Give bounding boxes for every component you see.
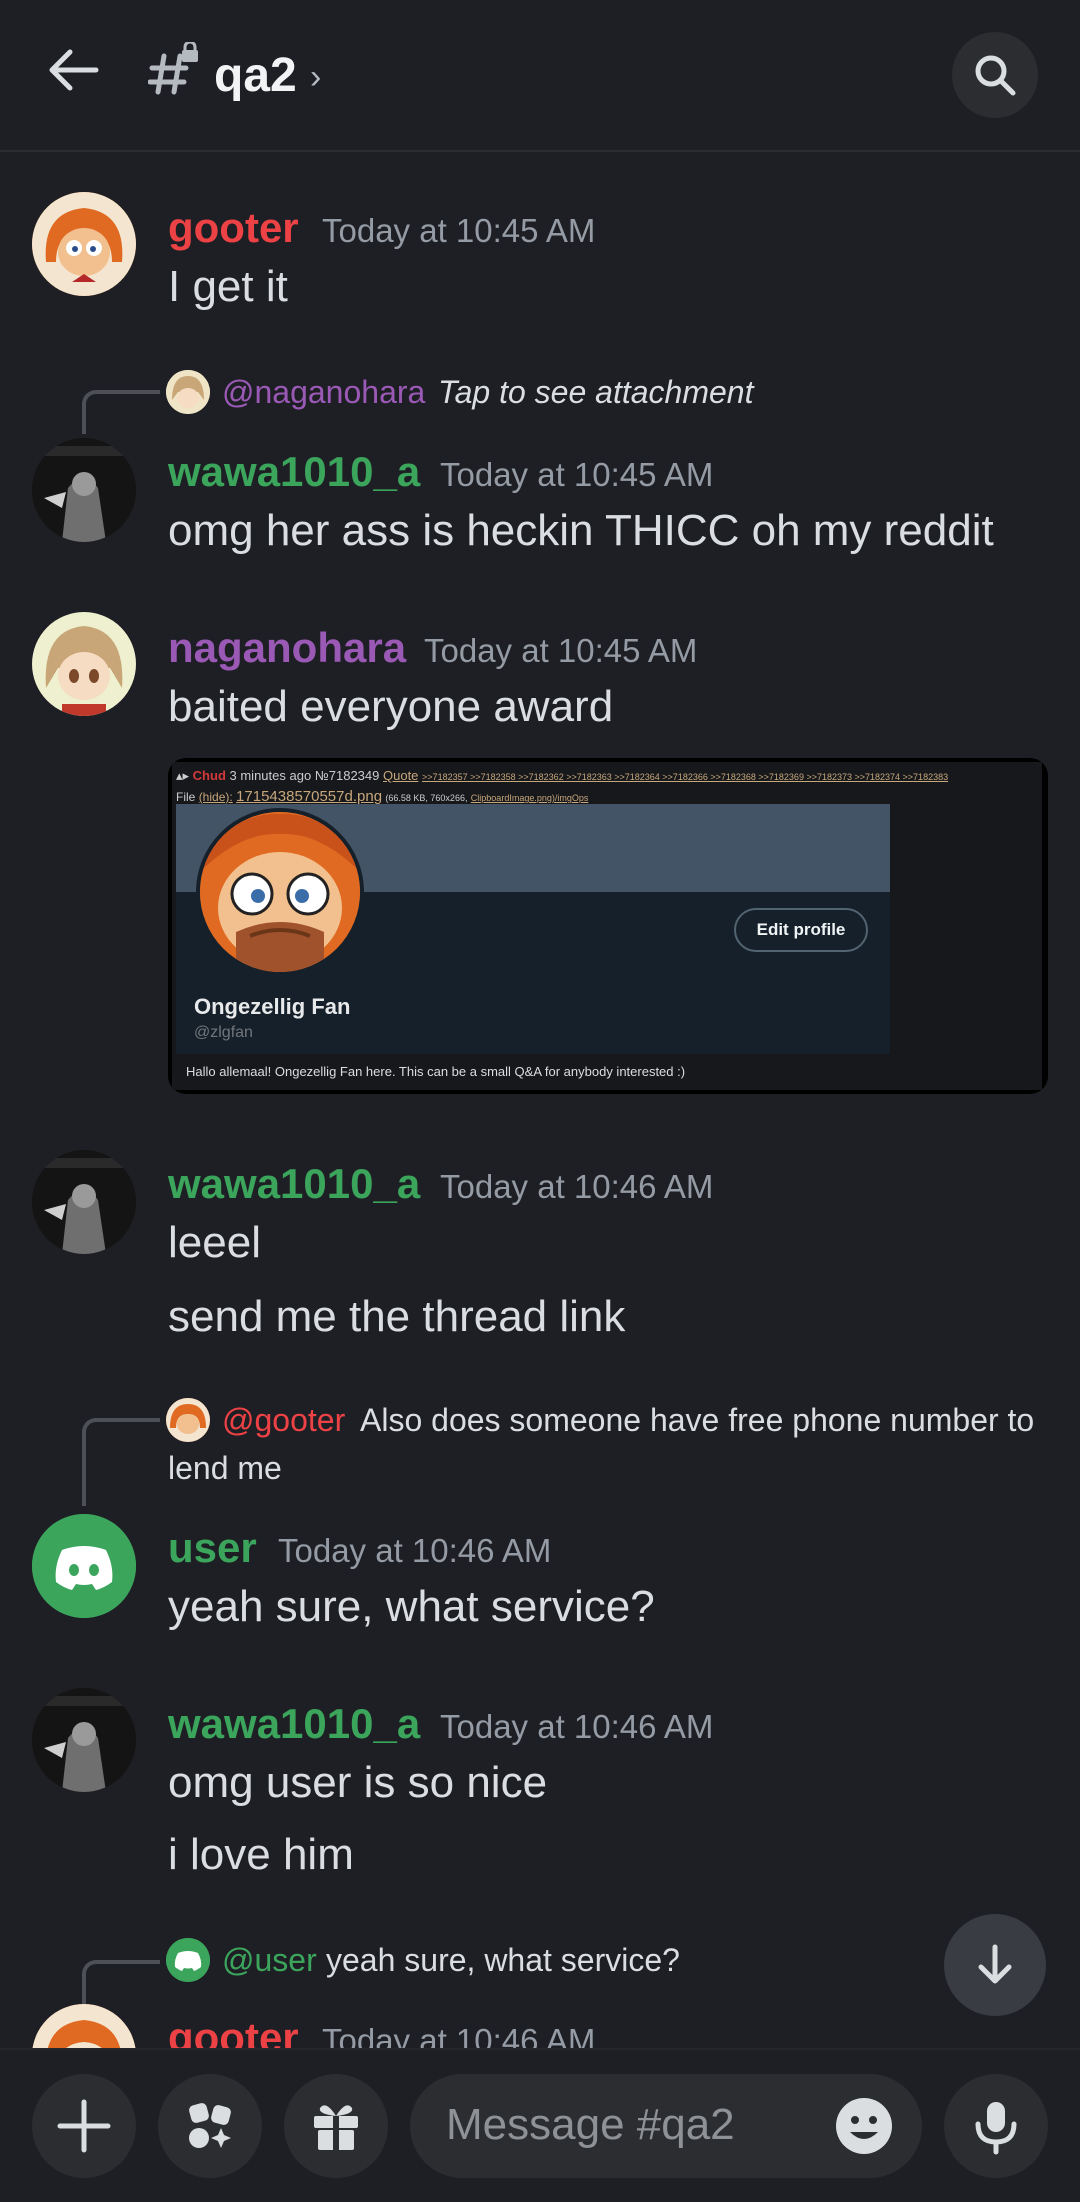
apps-button[interactable] [158, 2074, 262, 2178]
reply-avatar [166, 1938, 210, 1982]
arrow-down-icon [978, 1944, 1012, 1984]
composer-bar: Message #qa2 [0, 2048, 1080, 2202]
message-placeholder: Message #qa2 [446, 2100, 735, 2149]
avatar[interactable] [32, 2004, 136, 2048]
plus-icon [57, 2099, 111, 2153]
gooter-avatar-image [32, 2004, 136, 2048]
author-name[interactable]: gooter [168, 2014, 299, 2048]
add-attachment-button[interactable] [32, 2074, 136, 2178]
reply-preview[interactable]: yeah sure, what service? [326, 1942, 680, 1979]
jump-to-latest-button[interactable] [944, 1914, 1046, 2016]
emoji-icon[interactable] [834, 2096, 894, 2156]
reply-connector [82, 1960, 160, 2004]
timestamp: Today at 10:46 AM [322, 2022, 596, 2048]
reply-mention[interactable]: @user [222, 1942, 317, 1979]
gift-button[interactable] [284, 2074, 388, 2178]
apps-icon [189, 2103, 231, 2148]
voice-message-button[interactable] [944, 2074, 1048, 2178]
message-input[interactable]: Message #qa2 [410, 2074, 922, 2178]
gift-icon [314, 2105, 358, 2150]
message[interactable]: @user yeah sure, what service? gooter To… [0, 0, 1080, 2048]
microphone-icon [975, 2102, 1017, 2155]
